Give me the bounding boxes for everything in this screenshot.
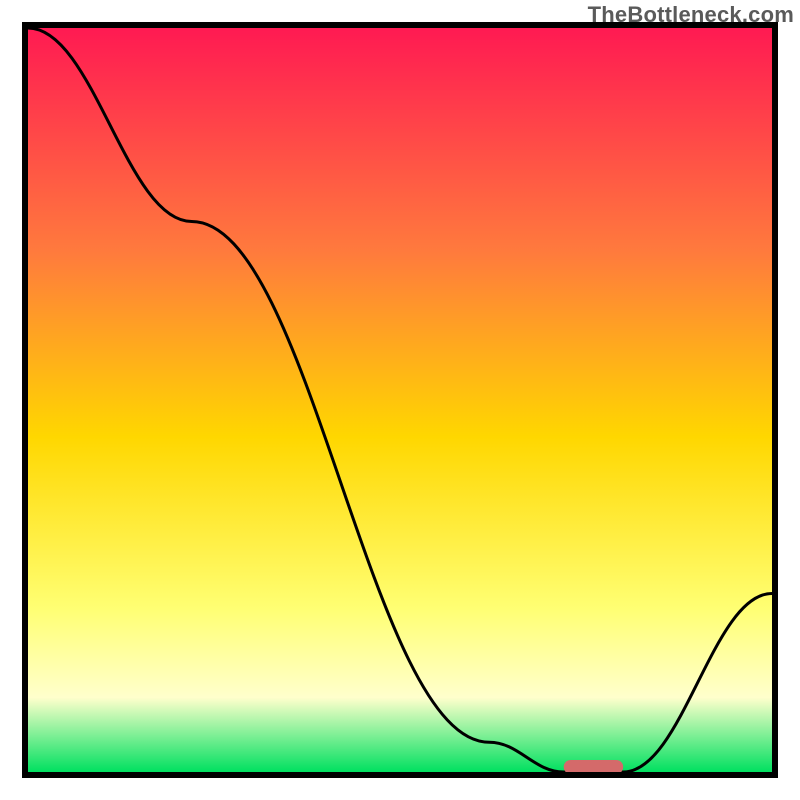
watermark-text: TheBottleneck.com: [588, 2, 794, 28]
optimal-marker: [564, 760, 624, 774]
bottleneck-chart: [0, 0, 800, 800]
plot-area: [25, 25, 775, 775]
plot-background: [28, 28, 772, 772]
